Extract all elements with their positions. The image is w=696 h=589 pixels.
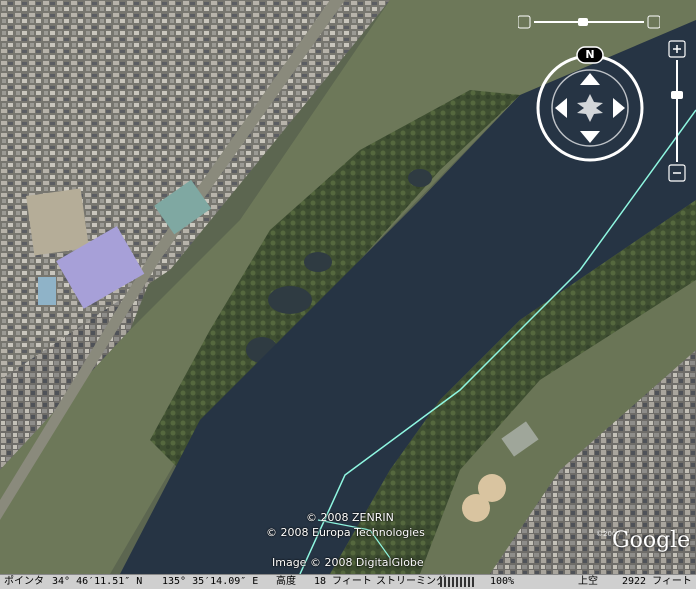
pan-down-arrow[interactable] (580, 131, 600, 143)
navigation-compass[interactable] (527, 45, 653, 171)
building-blue (38, 277, 56, 305)
streaming-label: ストリーミング (376, 576, 446, 587)
baseball-field-2 (462, 494, 490, 522)
pond-1 (268, 286, 312, 314)
pan-left-arrow[interactable] (555, 98, 567, 118)
latitude-readout: 34° 46′11.51″ N (52, 576, 143, 587)
zoom-thumb[interactable] (671, 91, 683, 100)
zoom-control[interactable] (668, 40, 686, 182)
pointer-label: ポインタ (4, 576, 44, 587)
pan-right-arrow[interactable] (613, 98, 625, 118)
pan-up-arrow[interactable] (580, 73, 600, 85)
google-logo: Google (612, 528, 691, 553)
elevation-value: 18 フィート (314, 576, 372, 587)
school-ground (26, 188, 89, 256)
longitude-readout: 135° 35′14.09″ E (162, 576, 259, 587)
eye-altitude-value: 2922 フィート (622, 576, 692, 587)
elevation-label: 高度 (276, 576, 296, 587)
pond-4 (408, 169, 432, 187)
attribution-europa: © 2008 Europa Technologies (266, 526, 425, 539)
north-label[interactable]: N (582, 48, 598, 61)
streaming-percent: 100% (490, 576, 515, 587)
attribution-digitalglobe: Image © 2008 DigitalGlobe (272, 556, 424, 569)
status-bar: ポインタ 34° 46′11.51″ N 135° 35′14.09″ E 高度… (0, 574, 696, 589)
look-around-center-icon[interactable] (577, 94, 603, 122)
streaming-progress-bar (440, 577, 476, 587)
tilt-control[interactable] (517, 14, 661, 29)
pond-3 (304, 252, 332, 272)
attribution-zenrin: © 2008 ZENRIN (306, 511, 394, 524)
eye-altitude-label: 上空 (578, 576, 598, 587)
